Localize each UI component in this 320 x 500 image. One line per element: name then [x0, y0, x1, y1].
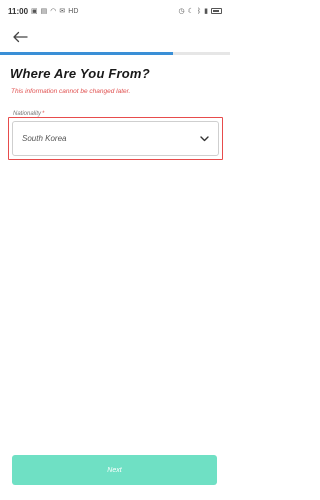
- page-title: Where Are You From?: [10, 66, 150, 81]
- progress-fill: [0, 52, 173, 55]
- image-icon: ▣: [31, 7, 38, 15]
- battery-icon: [211, 8, 222, 14]
- alarm-icon: ◷: [178, 7, 185, 15]
- network-label: HD: [68, 7, 79, 15]
- warning-text: This information cannot be changed later…: [11, 88, 131, 95]
- status-left: 11:00 ▣ ▤ ◠ ✉ HD: [8, 7, 78, 16]
- arrow-left-icon: [13, 31, 28, 43]
- chevron-down-icon: [200, 135, 209, 142]
- back-button[interactable]: [8, 26, 32, 48]
- next-button-label: Next: [107, 466, 122, 474]
- app-bar: [0, 22, 230, 52]
- status-time: 11:00: [8, 6, 29, 16]
- status-bar: 11:00 ▣ ▤ ◠ ✉ HD ◷ ☾ ᛒ ▮: [0, 0, 230, 22]
- nationality-select[interactable]: South Korea: [12, 121, 219, 156]
- signal-icon: ▮: [204, 7, 208, 15]
- status-right: ◷ ☾ ᛒ ▮: [179, 8, 222, 15]
- moon-icon: ☾: [187, 7, 194, 15]
- progress-bar: [0, 52, 230, 55]
- mail-icon: ✉: [59, 7, 66, 15]
- nationality-selected-value: South Korea: [22, 134, 67, 143]
- wifi-icon: ◠: [50, 7, 57, 15]
- next-button[interactable]: Next: [12, 455, 217, 485]
- sim-icon: ▤: [40, 7, 48, 15]
- bluetooth-icon: ᛒ: [196, 7, 202, 15]
